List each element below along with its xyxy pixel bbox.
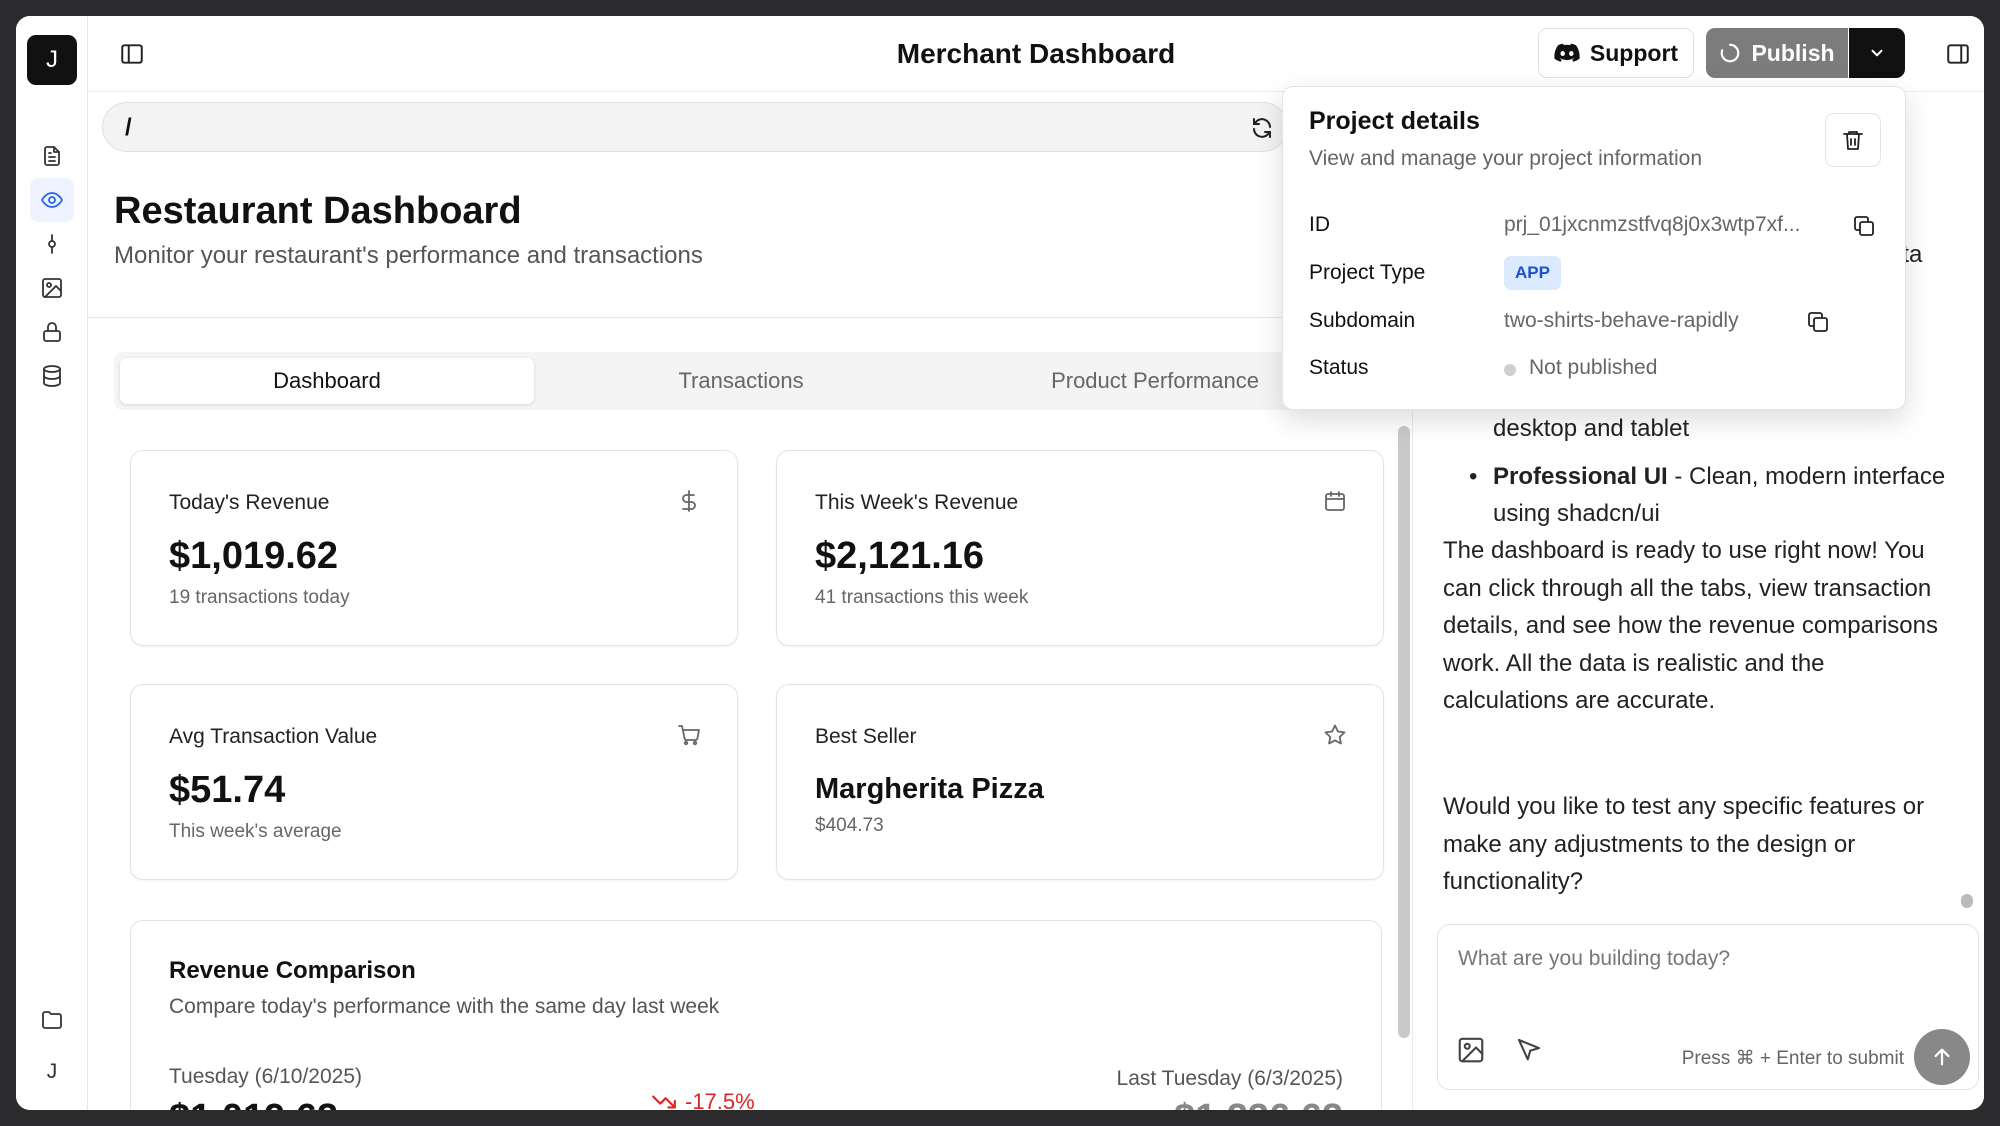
user-avatar[interactable]: J bbox=[30, 1050, 74, 1094]
app-window: J J Merchant Dashboard Support Publish /… bbox=[16, 16, 1984, 1110]
comparison-right-date: Last Tuesday (6/3/2025) bbox=[1116, 1067, 1343, 1090]
publish-label: Publish bbox=[1751, 39, 1835, 66]
delete-project-button[interactable] bbox=[1825, 113, 1881, 167]
publish-button[interactable]: Publish bbox=[1706, 28, 1848, 78]
bullet-dot: • bbox=[1469, 463, 1478, 490]
chat-bullet-item: • Professional UI - Clean, modern interf… bbox=[1469, 458, 1949, 532]
url-path: / bbox=[125, 114, 132, 141]
submit-hint: Press ⌘ + Enter to submit bbox=[1681, 1048, 1904, 1069]
card-value: $2,121.16 bbox=[815, 535, 985, 577]
image-icon[interactable] bbox=[30, 266, 74, 310]
copy-icon[interactable] bbox=[1849, 211, 1879, 241]
folder-icon[interactable] bbox=[30, 998, 74, 1042]
support-button[interactable]: Support bbox=[1538, 28, 1694, 78]
refresh-icon[interactable] bbox=[1245, 111, 1279, 145]
page-header: Restaurant Dashboard Monitor your restau… bbox=[88, 162, 1396, 318]
page-title: Restaurant Dashboard bbox=[114, 190, 522, 232]
chevron-down-icon bbox=[1868, 44, 1886, 62]
publish-dropdown-button[interactable] bbox=[1849, 28, 1905, 78]
attach-image-icon[interactable] bbox=[1456, 1035, 1486, 1065]
dollar-icon bbox=[677, 489, 701, 513]
comparison-right-value: $1,236.62 bbox=[1174, 1097, 1343, 1110]
comparison-subtitle: Compare today's performance with the sam… bbox=[169, 995, 720, 1018]
detail-value-id: prj_01jxcnmzstfvq8j0x3wtp7xf... bbox=[1504, 213, 1801, 236]
support-label: Support bbox=[1589, 39, 1679, 66]
comparison-left-value: $1,019.62 bbox=[169, 1097, 338, 1110]
preview-pane: Restaurant Dashboard Monitor your restau… bbox=[88, 162, 1396, 1110]
card-value: $1,019.62 bbox=[169, 535, 339, 577]
stat-card-week-revenue: This Week's Revenue $2,121.16 41 transac… bbox=[776, 450, 1384, 646]
tab-dashboard[interactable]: Dashboard bbox=[120, 358, 534, 404]
left-sidebar: J J bbox=[16, 16, 88, 1110]
database-icon[interactable] bbox=[30, 354, 74, 398]
lock-icon[interactable] bbox=[30, 310, 74, 354]
trash-icon bbox=[1841, 128, 1865, 152]
project-details-popover: Project details View and manage your pro… bbox=[1282, 86, 1906, 410]
document-icon[interactable] bbox=[30, 134, 74, 178]
app-title: Merchant Dashboard bbox=[896, 38, 1176, 69]
card-label: Avg Transaction Value bbox=[169, 725, 378, 748]
card-value: Margherita Pizza bbox=[815, 773, 1044, 805]
popover-title: Project details bbox=[1309, 107, 1480, 135]
star-icon bbox=[1323, 723, 1347, 747]
trending-down-icon bbox=[651, 1089, 677, 1110]
detail-value-subdomain: two-shirts-behave-rapidly bbox=[1504, 309, 1739, 332]
comparison-change: -17.5% bbox=[651, 1089, 755, 1110]
discord-icon bbox=[1554, 43, 1580, 63]
comparison-left-date: Tuesday (6/10/2025) bbox=[169, 1065, 363, 1088]
change-percent: -17.5% bbox=[685, 1089, 755, 1110]
detail-key-status: Status bbox=[1309, 356, 1369, 379]
tab-transactions[interactable]: Transactions bbox=[534, 358, 948, 404]
url-bar[interactable]: / bbox=[102, 102, 1288, 152]
detail-value-status: Not published bbox=[1529, 356, 1658, 379]
send-button[interactable] bbox=[1914, 1029, 1970, 1085]
status-dot bbox=[1504, 364, 1516, 376]
commit-icon[interactable] bbox=[30, 222, 74, 266]
stat-card-best-seller: Best Seller Margherita Pizza $404.73 bbox=[776, 684, 1384, 880]
chat-composer: Press ⌘ + Enter to submit bbox=[1437, 924, 1979, 1090]
loading-spinner-icon bbox=[1719, 42, 1741, 64]
arrow-up-icon bbox=[1931, 1046, 1953, 1068]
right-panel-toggle-icon[interactable] bbox=[1940, 36, 1976, 72]
popover-subtitle: View and manage your project information bbox=[1309, 147, 1703, 170]
calendar-icon bbox=[1323, 489, 1347, 513]
page-subtitle: Monitor your restaurant's performance an… bbox=[114, 242, 703, 269]
card-label: Best Seller bbox=[815, 725, 917, 748]
stat-card-today-revenue: Today's Revenue $1,019.62 19 transaction… bbox=[130, 450, 738, 646]
card-label: This Week's Revenue bbox=[815, 491, 1019, 514]
chat-text-fragment: desktop and tablet bbox=[1493, 415, 1690, 442]
card-label: Today's Revenue bbox=[169, 491, 330, 514]
chat-input[interactable] bbox=[1458, 947, 1958, 971]
chat-scrollbar[interactable] bbox=[1961, 894, 1973, 908]
project-type-badge: APP bbox=[1504, 256, 1561, 290]
bullet-bold-text: Professional UI bbox=[1493, 463, 1668, 490]
preview-eye-icon[interactable] bbox=[30, 178, 74, 222]
comparison-title: Revenue Comparison bbox=[169, 957, 416, 984]
chat-paragraph: Would you like to test any specific feat… bbox=[1443, 793, 1925, 895]
revenue-comparison-card: Revenue Comparison Compare today's perfo… bbox=[130, 920, 1382, 1110]
card-note: This week's average bbox=[169, 821, 342, 842]
stat-card-avg-transaction: Avg Transaction Value $51.74 This week's… bbox=[130, 684, 738, 880]
card-note: $404.73 bbox=[815, 815, 884, 836]
card-note: 19 transactions today bbox=[169, 587, 350, 608]
copy-icon[interactable] bbox=[1803, 307, 1833, 337]
card-value: $51.74 bbox=[169, 769, 286, 811]
detail-key-subdomain: Subdomain bbox=[1309, 309, 1416, 332]
card-note: 41 transactions this week bbox=[815, 587, 1029, 608]
detail-key-type: Project Type bbox=[1309, 261, 1426, 284]
select-element-icon[interactable] bbox=[1514, 1035, 1544, 1065]
workspace-avatar[interactable]: J bbox=[27, 35, 77, 85]
detail-key-id: ID bbox=[1309, 213, 1330, 236]
chat-paragraph: The dashboard is ready to use right now!… bbox=[1443, 537, 1938, 714]
preview-scrollbar[interactable] bbox=[1398, 426, 1410, 1038]
cart-icon bbox=[677, 723, 701, 747]
tab-list: Dashboard Transactions Product Performan… bbox=[114, 352, 1376, 410]
top-header: Merchant Dashboard Support Publish bbox=[88, 16, 1984, 92]
